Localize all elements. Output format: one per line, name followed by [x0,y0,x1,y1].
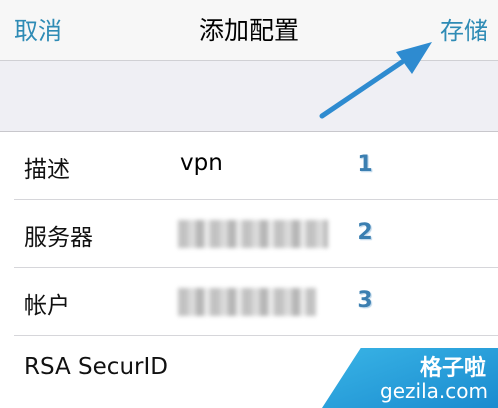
step-badge-1: 1 [357,152,373,177]
description-row[interactable]: 描述 vpn 1 [0,132,498,200]
account-input-blurred[interactable] [178,288,316,316]
account-row[interactable]: 帐户 3 [0,268,498,336]
navigation-bar: 取消 添加配置 存储 [0,0,498,61]
description-label: 描述 [24,157,70,183]
save-button[interactable]: 存储 [440,11,488,46]
step-badge-3: 3 [357,288,373,313]
server-label: 服务器 [24,225,93,251]
rsa-securid-label: RSA SecurID [24,354,168,380]
description-input[interactable]: vpn [180,150,223,176]
server-row[interactable]: 服务器 2 [0,200,498,268]
watermark-url: gezila.com [380,379,488,403]
step-badge-2: 2 [357,220,373,245]
account-label: 帐户 [24,293,70,319]
page-title: 添加配置 [198,16,299,45]
watermark-title: 格子啦 [419,356,486,381]
server-input-blurred[interactable] [178,220,328,248]
section-spacer [0,61,498,132]
